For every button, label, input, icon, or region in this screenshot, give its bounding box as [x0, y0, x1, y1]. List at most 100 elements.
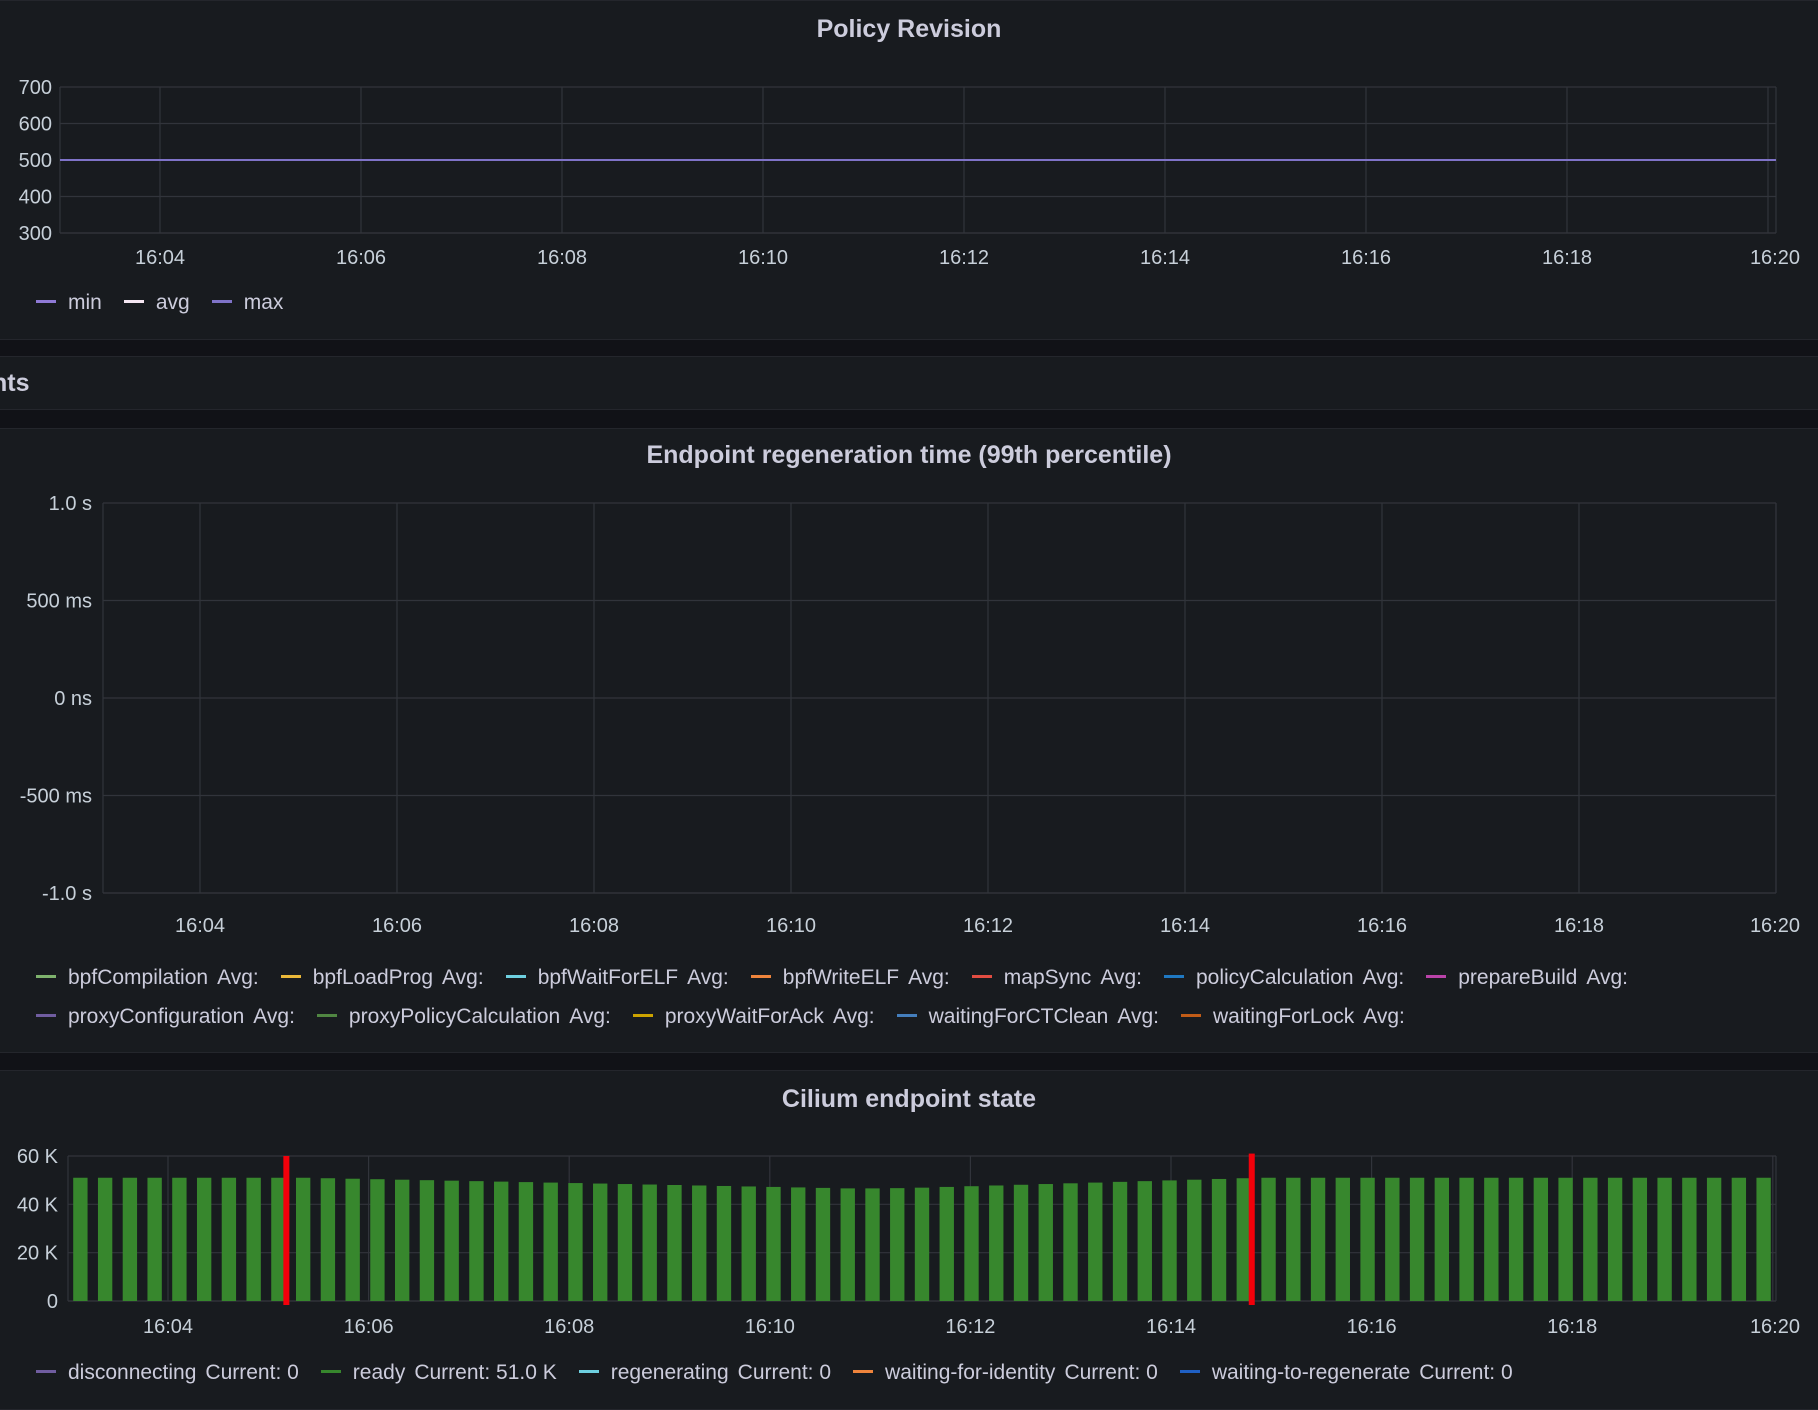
y-tick-label: 400	[19, 187, 52, 209]
x-tick-label: 16:04	[175, 915, 225, 937]
legend-swatch	[750, 975, 771, 979]
legend-row: bpfCompilation Avg: bpfLoadProg Avg: bpfWait…	[36, 966, 1650, 990]
y-tick-label: 300	[19, 223, 52, 245]
bar-ready	[469, 1181, 484, 1301]
legend-item-proxyPolicyCalculation[interactable]: proxyPolicyCalculation Avg:	[316, 1005, 611, 1029]
legend-item-prepareBuild[interactable]: prepareBuild Avg:	[1426, 966, 1628, 990]
legend-stat: Current: 51.0 K	[414, 1361, 557, 1384]
bar-ready	[172, 1177, 187, 1301]
x-tick-label: 16:20	[1750, 915, 1800, 937]
legend-label: avg	[155, 291, 190, 314]
legend-stat: Avg:	[1117, 1005, 1159, 1028]
legend-stat: Avg:	[253, 1005, 295, 1028]
bar-ready	[840, 1188, 855, 1301]
bar-ready	[716, 1185, 732, 1301]
legend-item-waiting-for-identity[interactable]: waiting-for-identity Current: 0	[853, 1361, 1158, 1385]
x-tick-label: 16:04	[143, 1316, 193, 1338]
x-tick-label: 16:16	[1341, 247, 1391, 269]
bar-ready	[122, 1177, 138, 1301]
legend-swatch	[36, 1014, 56, 1018]
legend-item-proxyWaitForAck[interactable]: proxyWaitForAck Avg:	[632, 1005, 875, 1029]
y-tick-label: -1.0 s	[42, 883, 92, 905]
legend-label: min	[68, 291, 102, 314]
legend-item-waitingForCTClean[interactable]: waitingForCTClean Avg:	[896, 1005, 1159, 1029]
x-tick-label: 16:16	[1347, 1316, 1397, 1338]
bar-ready	[741, 1186, 756, 1301]
legend-swatch	[1180, 1014, 1201, 1018]
bar-ready	[1583, 1177, 1598, 1301]
bar-ready	[494, 1181, 509, 1301]
bar-ready	[97, 1177, 113, 1301]
bar-ready	[419, 1180, 435, 1301]
x-tick-label: 16:12	[963, 915, 1013, 937]
policy-revision-legend: min avg max	[36, 291, 305, 315]
legend-swatch	[123, 300, 144, 304]
legend-item-disconnecting[interactable]: disconnecting Current: 0	[36, 1361, 299, 1385]
legend-stat: Avg:	[217, 966, 259, 989]
row-title: nts	[0, 369, 30, 397]
legend-item-ready[interactable]: ready Current: 51.0 K	[320, 1361, 557, 1385]
x-tick-label: 16:12	[945, 1316, 995, 1338]
x-tick-label: 16:12	[939, 247, 989, 269]
bar-ready	[989, 1185, 1004, 1301]
legend-label: bpfWriteELF	[782, 966, 900, 989]
bar-ready	[642, 1184, 657, 1301]
legend-item-policyCalculation[interactable]: policyCalculation Avg:	[1163, 966, 1405, 990]
x-tick-label: 16:08	[544, 1316, 594, 1338]
panel-title[interactable]: Policy Revision	[0, 15, 1818, 44]
legend-swatch	[1163, 975, 1184, 979]
legend-item-bpfWaitForELF[interactable]: bpfWaitForELF Avg:	[505, 966, 729, 990]
bar-ready	[1533, 1177, 1549, 1301]
bar-ready	[1137, 1181, 1152, 1301]
y-tick-label: 0	[47, 1291, 58, 1313]
legend-item-mapSync[interactable]: mapSync Avg:	[971, 966, 1142, 990]
x-tick-label: 16:06	[372, 915, 422, 937]
legend-stat: Avg:	[908, 966, 950, 989]
bar-ready	[1335, 1177, 1350, 1301]
bar-ready	[1162, 1180, 1177, 1301]
x-tick-label: 16:14	[1146, 1316, 1196, 1338]
bar-ready	[1409, 1177, 1425, 1301]
bar-ready	[1112, 1181, 1128, 1301]
x-tick-label: 16:04	[135, 247, 185, 269]
legend-swatch	[36, 300, 56, 304]
legend-label: policyCalculation	[1195, 966, 1354, 989]
legend-item-waitingForLock[interactable]: waitingForLock Avg:	[1180, 1005, 1405, 1029]
legend-item-min[interactable]: min	[36, 291, 102, 315]
x-tick-label: 16:18	[1547, 1316, 1597, 1338]
bar-ready	[667, 1185, 682, 1301]
legend-item-bpfLoadProg[interactable]: bpfLoadProg Avg:	[280, 966, 484, 990]
row-header[interactable]: nts	[0, 356, 1818, 410]
legend-label: max	[243, 291, 284, 314]
legend-swatch	[632, 1014, 653, 1018]
legend-stat: Avg:	[1362, 966, 1405, 989]
bar-ready	[246, 1177, 261, 1301]
legend-swatch	[505, 975, 526, 979]
legend-swatch	[211, 300, 232, 304]
legend-item-bpfCompilation[interactable]: bpfCompilation Avg:	[36, 966, 259, 990]
y-tick-label: 40 K	[17, 1194, 59, 1216]
bar-ready	[1211, 1178, 1227, 1301]
panel-title[interactable]: Endpoint regeneration time (99th percent…	[0, 441, 1818, 470]
legend-item-regenerating[interactable]: regenerating Current: 0	[578, 1361, 832, 1385]
legend-item-proxyConfiguration[interactable]: proxyConfiguration Avg:	[36, 1005, 295, 1029]
bar-ready	[1261, 1177, 1276, 1301]
panel-title[interactable]: Cilium endpoint state	[0, 1085, 1818, 1114]
legend-item-waiting-to-regenerate[interactable]: waiting-to-regenerate Current: 0	[1179, 1361, 1513, 1385]
bar-ready	[196, 1177, 212, 1301]
legend-label: prepareBuild	[1458, 966, 1578, 989]
legend-item-max[interactable]: max	[211, 291, 284, 315]
x-tick-label: 16:20	[1750, 247, 1800, 269]
legend-item-bpfWriteELF[interactable]: bpfWriteELF Avg:	[750, 966, 950, 990]
legend-stat: Current: 0	[737, 1361, 832, 1384]
legend-item-avg[interactable]: avg	[123, 291, 190, 315]
x-tick-label: 16:16	[1357, 915, 1407, 937]
bar-ready	[964, 1186, 979, 1301]
bar-ready	[1385, 1177, 1400, 1301]
bar-ready	[1607, 1177, 1623, 1301]
marker-bar	[1248, 1153, 1255, 1305]
legend-label: bpfWaitForELF	[537, 966, 679, 989]
legend-stat: Current: 0	[205, 1361, 299, 1384]
legend-label: waiting-for-identity	[885, 1361, 1056, 1384]
x-tick-label: 16:20	[1750, 1316, 1800, 1338]
